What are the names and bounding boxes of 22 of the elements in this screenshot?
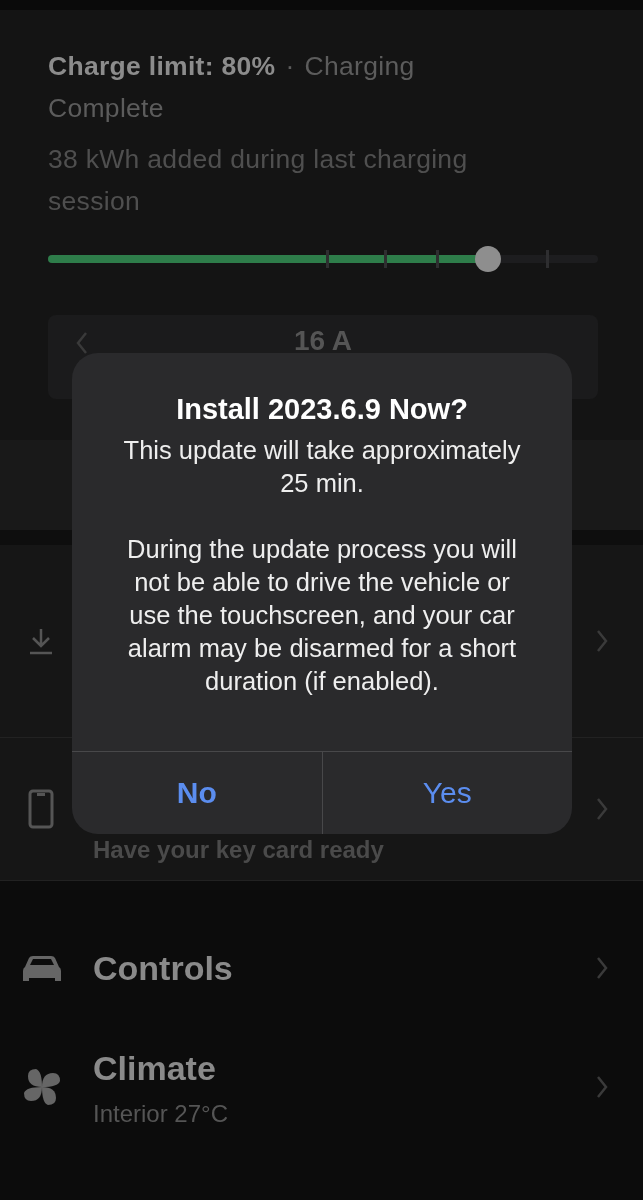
cancel-button[interactable]: No [72,752,322,834]
fan-icon [22,1067,62,1107]
chevron-right-icon [594,956,610,980]
dialog-title: Install 2023.6.9 Now? [176,393,468,426]
chevron-right-icon [594,629,610,653]
menu-item-title[interactable]: Climate [93,1046,228,1090]
chevron-right-icon [594,1075,610,1099]
amperage-value: 16 A [293,325,353,357]
charge-limit-slider[interactable] [48,246,598,272]
dialog-message: This update will take approximately 25 min. [122,435,522,499]
menu-item-title[interactable]: Controls [93,946,233,990]
car-icon [22,953,62,983]
chevron-right-icon [594,797,610,821]
download-icon [28,627,54,655]
energy-added-text: 38 kWh added during last charging session [48,143,469,218]
chevron-left-icon [74,331,90,355]
confirm-button[interactable]: Yes [321,752,572,834]
dialog-message: During the update process you will not be able to drive the vehicle or use the touchscreen, and your car alarm may be disarmed for a short duration (if enabled). [126,534,518,697]
phone-icon [28,789,54,829]
charge-status-text: Charge limit: 80% · Charging Complete [48,50,416,125]
slider-thumb[interactable] [475,246,501,272]
menu-item-subtitle: Interior 27°C [93,1100,228,1128]
